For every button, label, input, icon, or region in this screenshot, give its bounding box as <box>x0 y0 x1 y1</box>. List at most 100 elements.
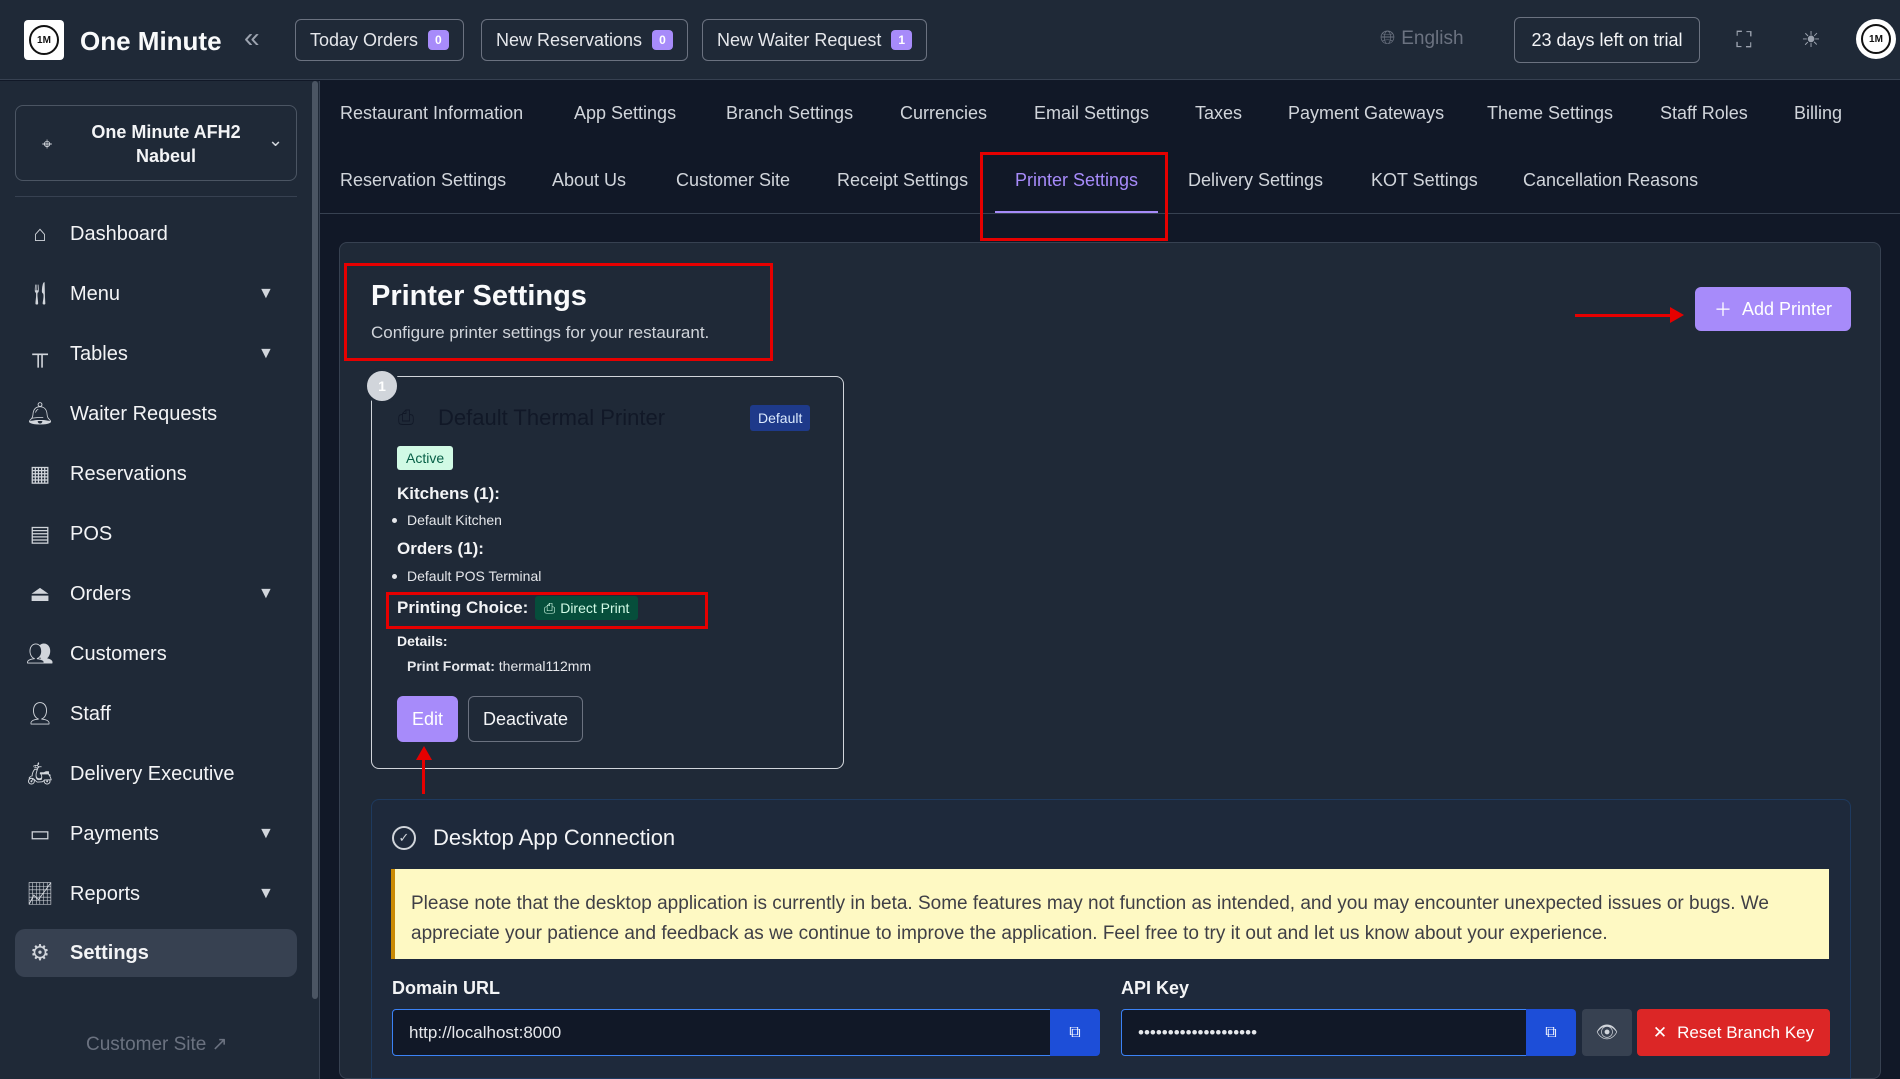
sidebar-item-label: Waiter Requests <box>70 402 218 425</box>
annotation-box-title <box>344 263 773 361</box>
theme-toggle-icon[interactable]: ☀ <box>1796 25 1826 55</box>
sidebar-item-payments[interactable]: ▭ Payments ▼ <box>15 810 297 858</box>
avatar[interactable]: 1M <box>1856 19 1896 59</box>
top-bar: 1M One Minute « Today Orders 0 New Reser… <box>0 0 1900 80</box>
language-selector[interactable]: 🌐︎ English <box>1380 28 1464 50</box>
toggle-visibility-button[interactable]: 👁︎ <box>1582 1009 1632 1056</box>
today-orders-button[interactable]: Today Orders 0 <box>295 19 464 61</box>
sidebar-item-label: Delivery Executive <box>70 762 235 785</box>
sidebar-scrollbar[interactable] <box>312 81 318 999</box>
chevron-down-icon: ▼ <box>258 285 274 302</box>
printer-number-badge: 1 <box>364 368 400 404</box>
tab-delivery-settings[interactable]: Delivery Settings <box>1188 170 1323 191</box>
sidebar-item-label: Payments <box>70 822 159 845</box>
tab-email-settings[interactable]: Email Settings <box>1034 103 1149 124</box>
tab-taxes[interactable]: Taxes <box>1195 103 1242 124</box>
annotation-arrow-line <box>1575 314 1675 317</box>
staff-icon: 👤︎ <box>26 701 54 726</box>
chevron-down-icon: ▼ <box>258 825 274 842</box>
sidebar-item-delivery-executive[interactable]: 🛵︎ Delivery Executive <box>15 750 297 798</box>
sidebar-item-reports[interactable]: 📈︎ Reports ▼ <box>15 870 297 918</box>
check-circle-icon: ✓ <box>392 826 416 850</box>
annotation-box-tab <box>980 152 1168 241</box>
scooter-icon: 🛵︎ <box>26 761 54 786</box>
details-label: Details: <box>397 633 448 649</box>
app-name: One Minute <box>80 26 222 56</box>
sidebar-item-settings[interactable]: ⚙ Settings <box>15 929 297 977</box>
copy-domain-button[interactable]: ⧉ <box>1050 1009 1100 1056</box>
list-item: Default Kitchen <box>392 512 502 528</box>
tab-billing[interactable]: Billing <box>1794 103 1842 124</box>
sidebar-item-orders[interactable]: ⏏ Orders ▼ <box>15 570 297 618</box>
sidebar-item-waiter-requests[interactable]: 🔔︎ Waiter Requests <box>15 390 297 438</box>
eye-icon: 👁︎ <box>1595 1022 1619 1042</box>
beta-warning: Please note that the desktop application… <box>391 869 1829 959</box>
copy-api-key-button[interactable]: ⧉ <box>1526 1009 1576 1056</box>
sidebar-item-reservations[interactable]: ▦ Reservations <box>15 450 297 498</box>
menu-icon: 🍴︎ <box>26 281 54 306</box>
new-reservations-button[interactable]: New Reservations 0 <box>481 19 688 61</box>
bell-icon: 🔔︎ <box>26 401 54 426</box>
reset-branch-key-label: Reset Branch Key <box>1677 1022 1815 1042</box>
tab-theme-settings[interactable]: Theme Settings <box>1487 103 1613 124</box>
sidebar-item-label: Reservations <box>70 462 187 485</box>
new-waiter-request-count: 1 <box>891 30 913 50</box>
tab-branch-settings[interactable]: Branch Settings <box>726 103 853 124</box>
api-key-label: API Key <box>1121 978 1190 998</box>
home-icon: ⌂ <box>33 221 47 246</box>
calendar-icon: ▦ <box>29 461 51 486</box>
deactivate-button[interactable]: Deactivate <box>468 696 583 742</box>
print-format-label: Print Format: <box>407 658 495 674</box>
tab-about-us[interactable]: About Us <box>552 170 626 191</box>
sidebar-item-label: POS <box>70 522 113 545</box>
chevron-down-icon: ▼ <box>258 585 274 602</box>
sidebar-item-label: Menu <box>70 282 121 305</box>
domain-url-field[interactable]: http://localhost:8000 <box>392 1009 1051 1056</box>
sidebar-item-label: Customers <box>70 642 167 665</box>
sidebar-item-label: Dashboard <box>70 222 168 245</box>
tab-customer-site[interactable]: Customer Site <box>676 170 790 191</box>
tab-payment-gateways[interactable]: Payment Gateways <box>1288 103 1444 124</box>
api-key-field[interactable]: •••••••••••••••••••• <box>1121 1009 1527 1056</box>
sidebar-item-pos[interactable]: ▤ POS <box>15 510 297 558</box>
customer-site-link[interactable]: Customer Site ↗ <box>86 1033 228 1056</box>
trial-button[interactable]: 23 days left on trial <box>1514 17 1700 63</box>
tab-restaurant-information[interactable]: Restaurant Information <box>340 103 523 124</box>
tab-kot-settings[interactable]: KOT Settings <box>1371 170 1478 191</box>
sidebar-item-label: Tables <box>70 342 128 365</box>
new-waiter-request-button[interactable]: New Waiter Request 1 <box>702 19 928 61</box>
today-orders-label: Today Orders <box>310 29 419 50</box>
app-logo[interactable]: 1M <box>24 20 64 60</box>
collapse-sidebar-icon[interactable]: « <box>244 22 260 54</box>
branch-selector[interactable]: ⌖ One Minute AFH2 Nabeul ⌄ <box>15 105 297 181</box>
sidebar-item-label: Staff <box>70 702 111 725</box>
sidebar-item-tables[interactable]: ╥ Tables ▼ <box>15 330 297 378</box>
edit-button[interactable]: Edit <box>397 696 458 742</box>
pos-icon: ▤ <box>29 521 51 546</box>
sidebar-item-staff[interactable]: 👤︎ Staff <box>15 690 297 738</box>
tab-receipt-settings[interactable]: Receipt Settings <box>837 170 968 191</box>
tab-staff-roles[interactable]: Staff Roles <box>1660 103 1748 124</box>
plus-icon: ＋ <box>1713 300 1732 320</box>
location-pin-icon: ⌖ <box>42 134 53 154</box>
tab-cancellation-reasons[interactable]: Cancellation Reasons <box>1523 170 1698 191</box>
default-badge: Default <box>750 405 811 431</box>
copy-icon: ⧉ <box>1545 1023 1557 1041</box>
customer-site-label: Customer Site <box>86 1034 207 1055</box>
close-icon: ✕ <box>1652 1022 1668 1042</box>
annotation-arrow-head <box>1670 307 1684 323</box>
tab-currencies[interactable]: Currencies <box>900 103 987 124</box>
fullscreen-icon[interactable]: ⛶ <box>1729 25 1759 55</box>
sidebar-item-customers[interactable]: 👥︎ Customers <box>15 630 297 678</box>
printer-name: Default Thermal Printer <box>438 405 666 430</box>
bullet-dot <box>392 573 397 579</box>
tab-app-settings[interactable]: App Settings <box>574 103 676 124</box>
tab-reservation-settings[interactable]: Reservation Settings <box>340 170 506 191</box>
globe-icon: 🌐︎ <box>1380 28 1396 49</box>
cloche-icon: ⏏ <box>29 581 51 606</box>
sidebar-item-menu[interactable]: 🍴︎ Menu ▼ <box>15 270 297 318</box>
sidebar-item-dashboard[interactable]: ⌂ Dashboard <box>15 210 297 258</box>
copy-icon: ⧉ <box>1069 1023 1081 1041</box>
add-printer-button[interactable]: ＋ Add Printer <box>1695 287 1851 331</box>
reset-branch-key-button[interactable]: ✕ Reset Branch Key <box>1637 1009 1830 1056</box>
